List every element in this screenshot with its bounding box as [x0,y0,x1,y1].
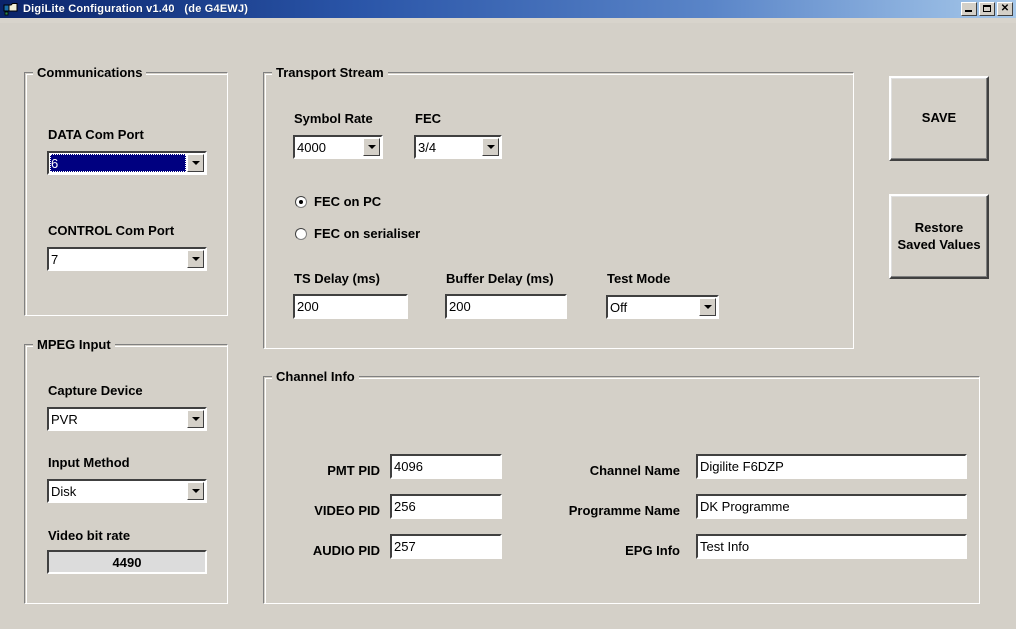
symbol-rate-value: 4000 [297,139,326,155]
title-underline [0,18,1016,23]
capture-device-value: PVR [51,411,78,427]
video-bit-rate-label: Video bit rate [48,528,131,543]
buffer-delay-label: Buffer Delay (ms) [446,271,554,286]
radio-fec-on-serialiser-label: FEC on serialiser [314,226,421,241]
symbol-rate-combo[interactable]: 4000 [293,135,383,159]
radio-fec-on-pc-label: FEC on PC [314,194,382,209]
symbol-rate-label: Symbol Rate [294,111,373,126]
channel-info-group-title: Channel Info [272,369,359,384]
minimize-icon [965,10,972,12]
data-com-port-value: 6 [50,154,186,172]
control-com-port-label: CONTROL Com Port [48,223,175,238]
buffer-delay-input[interactable]: 200 [445,294,567,319]
audio-pid-label: AUDIO PID [312,543,380,558]
close-icon: ✕ [1000,3,1010,14]
close-button[interactable]: ✕ [997,2,1013,16]
digilite-configuration-window: DigiLite Configuration v1.40 (de G4EWJ) … [0,0,1016,629]
mpeg-input-group-title: MPEG Input [33,337,115,352]
video-bit-rate-value: 4490 [47,550,207,574]
data-com-port-combo[interactable]: 6 [47,151,207,175]
radio-unselected-icon [295,227,307,240]
chevron-down-icon[interactable] [363,138,380,156]
restore-saved-values-button[interactable]: Restore Saved Values [889,194,989,279]
channel-name-label: Channel Name [589,463,680,478]
communications-group-title: Communications [33,65,147,80]
test-mode-label: Test Mode [607,271,671,286]
video-pid-label: VIDEO PID [314,503,380,518]
data-com-port-label: DATA Com Port [48,127,144,142]
chevron-down-icon[interactable] [187,482,204,500]
save-button[interactable]: SAVE [889,76,989,161]
control-com-port-value: 7 [51,251,59,267]
chevron-down-icon[interactable] [187,250,204,268]
input-method-value: Disk [51,483,77,499]
maximize-icon [983,5,991,12]
fec-value: 3/4 [418,139,437,155]
pmt-pid-label: PMT PID [327,463,380,478]
transport-stream-group-title: Transport Stream [272,65,388,80]
capture-device-combo[interactable]: PVR [47,407,207,431]
chevron-down-icon[interactable] [699,298,716,316]
channel-name-input[interactable]: Digilite F6DZP [696,454,967,479]
programme-name-input[interactable]: DK Programme [696,494,967,519]
test-mode-value: Off [610,299,628,315]
radio-selected-icon [295,195,307,208]
fec-combo[interactable]: 3/4 [414,135,502,159]
chevron-down-icon[interactable] [482,138,499,156]
radio-fec-on-pc[interactable]: FEC on PC [295,194,381,209]
video-pid-input[interactable]: 256 [390,494,502,519]
window-controls: ✕ [961,2,1013,16]
chevron-down-icon[interactable] [187,154,204,172]
maximize-button[interactable] [979,2,995,16]
programme-name-label: Programme Name [568,503,680,518]
chevron-down-icon[interactable] [187,410,204,428]
epg-info-input[interactable]: Test Info [696,534,967,559]
audio-pid-input[interactable]: 257 [390,534,502,559]
capture-device-label: Capture Device [48,383,143,398]
input-method-combo[interactable]: Disk [47,479,207,503]
ts-delay-input[interactable]: 200 [293,294,408,319]
epg-info-label: EPG Info [625,543,680,558]
control-com-port-combo[interactable]: 7 [47,247,207,271]
pmt-pid-input[interactable]: 4096 [390,454,502,479]
minimize-button[interactable] [961,2,977,16]
form-window-icon [3,2,19,16]
input-method-label: Input Method [48,455,130,470]
title-bar: DigiLite Configuration v1.40 (de G4EWJ) … [0,0,1016,18]
window-title: DigiLite Configuration v1.40 (de G4EWJ) [23,3,249,15]
ts-delay-label: TS Delay (ms) [294,271,380,286]
communications-group: Communications [24,65,228,316]
radio-fec-on-serialiser[interactable]: FEC on serialiser [295,226,420,241]
channel-info-group: Channel Info [263,369,980,604]
fec-label: FEC [415,111,441,126]
test-mode-combo[interactable]: Off [606,295,719,319]
